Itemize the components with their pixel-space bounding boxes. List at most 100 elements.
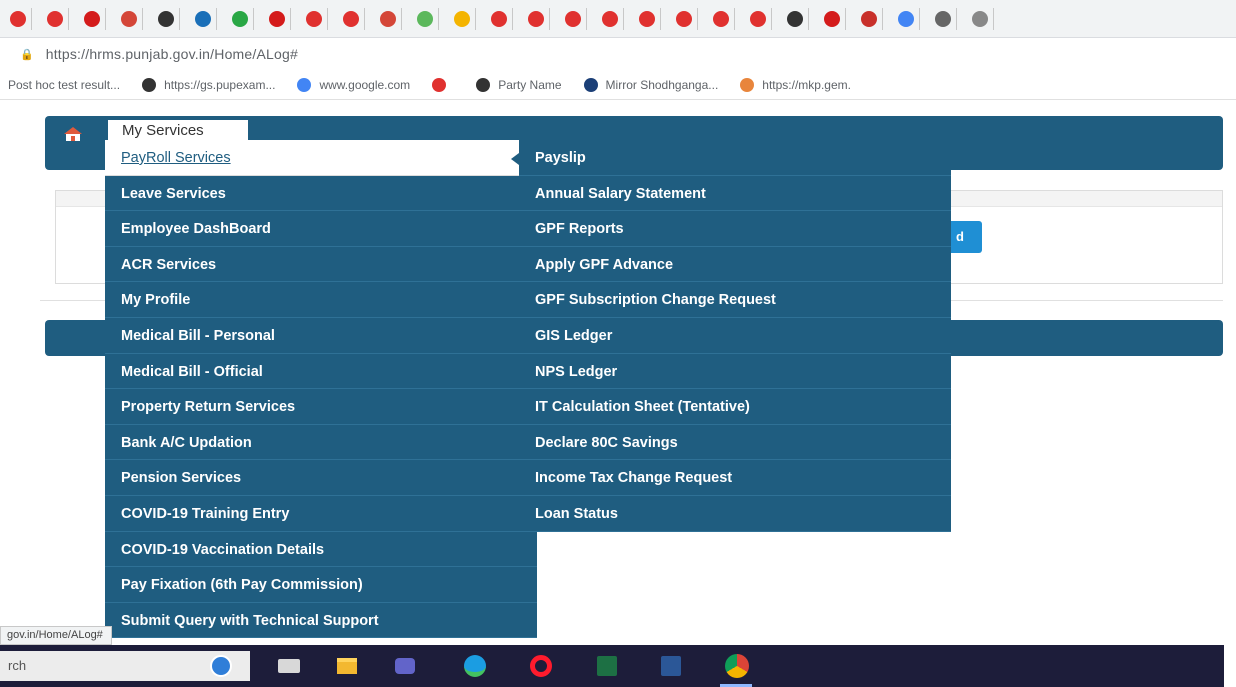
red-app-icon [527,10,544,27]
bookmark-item[interactable] [432,77,454,92]
windows-taskbar: rch [0,645,1224,687]
browser-tab-strip [0,0,1236,38]
red-flag-icon [823,10,840,27]
gmail-icon [120,10,137,27]
gmail-icon [379,10,396,27]
browser-tab[interactable] [929,7,957,30]
menu-item-pension-services[interactable]: Pension Services [105,460,537,496]
google-icon [897,10,914,27]
lock-icon: 🔒 [20,48,34,61]
menu-item-pay-fixation-6th-pay-commission[interactable]: Pay Fixation (6th Pay Commission) [105,567,537,603]
red-app-icon [432,77,447,92]
url-text[interactable]: https://hrms.punjab.gov.in/Home/ALog# [46,46,298,62]
teams-icon[interactable] [392,654,418,678]
services-menu: PayRoll Services Leave Services Employee D… [105,140,537,639]
menu-item-bank-a-c-updation[interactable]: Bank A/C Updation [105,424,537,461]
bookmark-item[interactable]: Post hoc test result... [8,78,120,92]
bookmarks-bar: Post hoc test result... https://gs.pupexa… [0,70,1236,100]
browser-tab[interactable] [670,7,698,30]
menu-item-covid-19-training-entry[interactable]: COVID-19 Training Entry [105,495,537,532]
menu-item-leave-services[interactable]: Leave Services [105,175,537,212]
submenu-item-it-calculation-sheet-tentative[interactable]: IT Calculation Sheet (Tentative) [519,389,951,425]
word-icon[interactable] [658,654,684,678]
bookmark-label: www.google.com [319,77,411,92]
menu-item-medical-bill-personal[interactable]: Medical Bill - Personal [105,317,537,354]
submenu-item-gis-ledger[interactable]: GIS Ledger [519,317,951,354]
task-view-icon[interactable] [276,654,302,678]
browser-tab[interactable] [966,7,994,30]
browser-tab[interactable] [522,7,550,30]
submenu-item-income-tax-change-request[interactable]: Income Tax Change Request [519,460,951,496]
submenu-item-annual-salary-statement[interactable]: Annual Salary Statement [519,175,951,212]
browser-tab[interactable] [78,7,106,30]
browser-tab[interactable] [892,7,920,30]
opera-icon[interactable] [528,654,554,678]
red-flag-icon [83,10,100,27]
menu-item-medical-bill-official[interactable]: Medical Bill - Official [105,353,537,390]
green-square-icon [416,10,433,27]
green-circle-icon [231,10,248,27]
browser-tab[interactable] [707,7,735,30]
browser-tab[interactable] [115,7,143,30]
browser-tab[interactable] [226,7,254,30]
submenu-item-gpf-subscription-change-request[interactable]: GPF Subscription Change Request [519,282,951,318]
browser-tab[interactable] [559,7,587,30]
submenu-item-declare-80c-savings[interactable]: Declare 80C Savings [519,424,951,461]
menu-item-employee-dashboard[interactable]: Employee DashBoard [105,211,537,247]
bookmark-item[interactable]: Party Name [476,77,562,92]
browser-tab[interactable] [300,7,328,30]
browser-tab[interactable] [189,7,217,30]
bing-icon[interactable] [208,654,234,678]
menu-item-property-return-services[interactable]: Property Return Services [105,389,537,425]
shodhganga-icon [583,77,598,92]
submenu-caret [511,153,519,165]
browser-tab[interactable] [4,7,32,30]
browser-tab[interactable] [152,7,180,30]
red-app-icon [601,10,618,27]
submenu-item-loan-status[interactable]: Loan Status [519,495,951,532]
bookmark-label: https://mkp.gem. [762,77,851,92]
menu-item-payroll-services[interactable]: PayRoll Services [105,140,537,176]
browser-tab[interactable] [818,7,846,30]
text-icon [934,10,951,27]
browser-tab[interactable] [744,7,772,30]
bookmark-item[interactable]: www.google.com [297,77,411,92]
chrome-icon[interactable] [724,654,750,678]
bookmark-item[interactable]: Mirror Shodhganga... [583,77,718,92]
menu-item-covid-19-vaccination-details[interactable]: COVID-19 Vaccination Details [105,531,537,568]
red-app-icon [490,10,507,27]
browser-tab[interactable] [633,7,661,30]
browser-tab[interactable] [448,7,476,30]
bookmark-item[interactable]: https://gs.pupexam... [142,77,276,92]
menu-item-acr-services[interactable]: ACR Services [105,246,537,283]
menu-item-my-profile[interactable]: My Profile [105,282,537,318]
submenu-item-gpf-reports[interactable]: GPF Reports [519,211,951,247]
bookmark-label: https://gs.pupexam... [164,77,276,92]
excel-icon[interactable] [594,654,620,678]
address-bar[interactable]: 🔒 https://hrms.punjab.gov.in/Home/ALog# [0,38,1236,70]
multicolor-square-icon [453,10,470,27]
browser-tab[interactable] [41,7,69,30]
submenu-item-nps-ledger[interactable]: NPS Ledger [519,353,951,390]
blue-square-icon [194,10,211,27]
submenu-item-apply-gpf-advance[interactable]: Apply GPF Advance [519,246,951,283]
bookmark-item[interactable]: https://mkp.gem. [740,77,851,92]
browser-tab[interactable] [781,7,809,30]
submenu-item-payslip[interactable]: Payslip [519,140,951,176]
browser-tab[interactable] [596,7,624,30]
browser-tab[interactable] [855,7,883,30]
github-icon [142,77,157,92]
red-app-icon [305,10,322,27]
menu-item-submit-query-with-technical-support[interactable]: Submit Query with Technical Support [105,602,537,639]
google-icon [297,77,312,92]
browser-tab[interactable] [485,7,513,30]
browser-tab[interactable] [337,7,365,30]
panel-button[interactable]: d [946,221,982,253]
edge-icon[interactable] [462,654,488,678]
browser-tab[interactable] [374,7,402,30]
my-services-menu[interactable]: My Services [108,120,248,142]
browser-tab[interactable] [263,7,291,30]
home-icon[interactable] [63,126,83,142]
file-explorer-icon[interactable] [334,654,360,678]
browser-tab[interactable] [411,7,439,30]
